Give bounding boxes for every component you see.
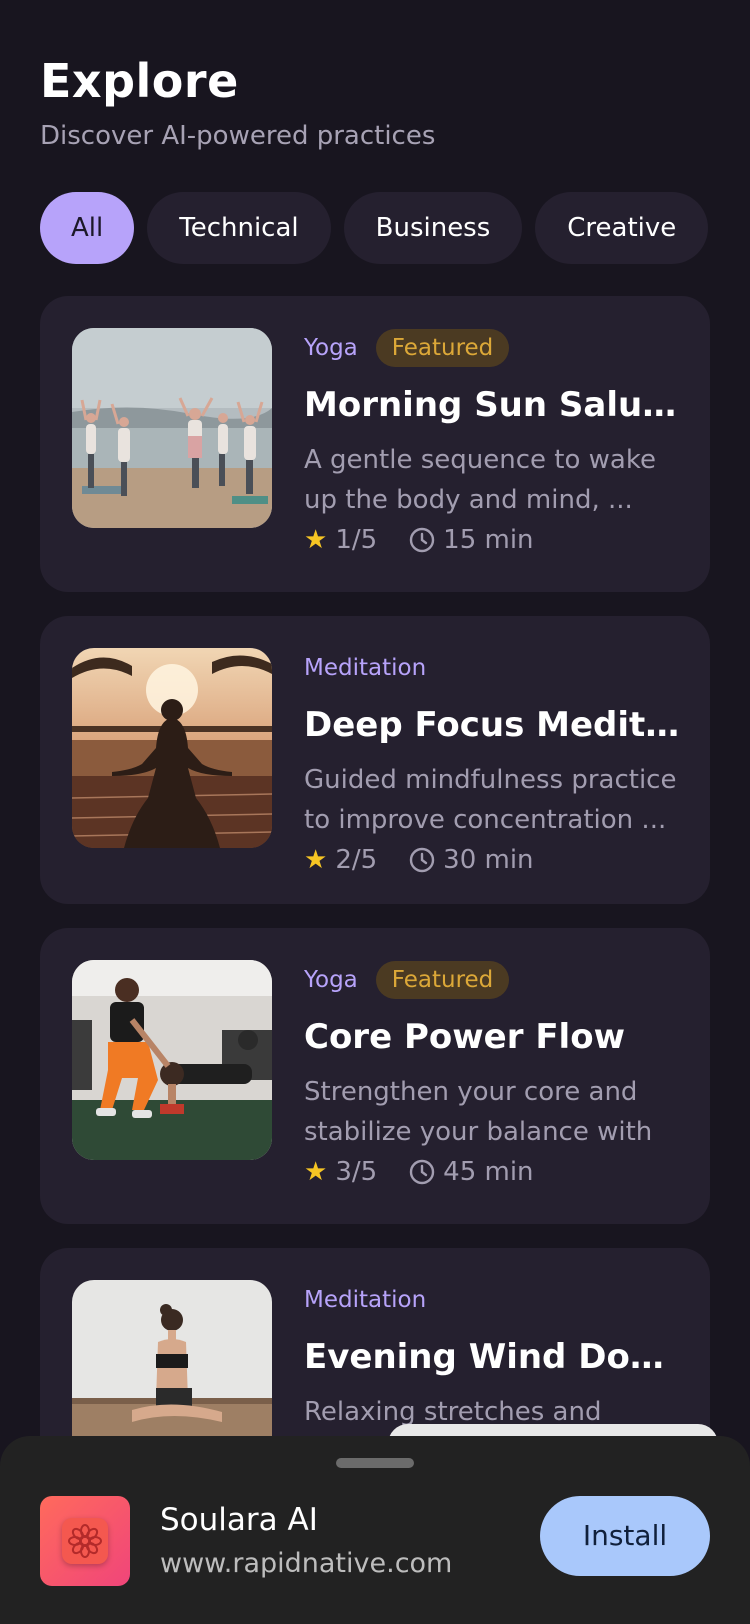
practice-meta: ★ 1/5 15 min [304,520,684,560]
star-icon: ★ [304,525,328,555]
practice-info: Yoga Featured Core Power Flow Strengthen… [304,960,684,1192]
practice-card[interactable]: Yoga Featured Morning Sun Salut... A gen… [40,296,710,592]
clock-icon [409,847,435,873]
practice-meta: ★ 3/5 45 min [304,1152,684,1192]
page-title: Explore [40,54,239,108]
clock-icon [409,1159,435,1185]
practice-thumbnail [72,328,272,528]
page-header: Explore Discover AI-powered practices [40,48,435,154]
category-label: Yoga [304,335,358,361]
beach-yoga-image [72,328,272,528]
practice-meta: ★ 2/5 30 min [304,840,684,880]
chip-technical[interactable]: Technical [147,192,331,264]
practice-title: Deep Focus Medita... [304,705,684,745]
practice-card[interactable]: Yoga Featured Core Power Flow Strengthen… [40,928,710,1224]
featured-badge: Featured [375,961,510,999]
practice-thumbnail [72,960,272,1160]
practice-info: Meditation Deep Focus Medita... Guided m… [304,648,684,880]
practice-tags: Yoga Featured [304,960,684,1000]
app-icon [40,1496,130,1586]
star-icon: ★ [304,1157,328,1187]
practice-description: Guided mindfulness practice to improve c… [304,765,677,835]
explore-screen: Explore Discover AI-powered practices Al… [0,0,750,1624]
practice-info: Yoga Featured Morning Sun Salut... A gen… [304,328,684,560]
chip-all[interactable]: All [40,192,135,264]
page-subtitle: Discover AI-powered practices [40,121,436,151]
install-button[interactable]: Install [540,1496,710,1576]
app-name: Soulara AI [160,1502,318,1538]
rating-value: 3/5 [335,1157,378,1187]
practice-tags: Meditation [304,648,684,688]
practice-description: Strengthen your core and stabilize your … [304,1077,653,1147]
gym-training-image [72,960,272,1160]
practice-description: A gentle sequence to wake up the body an… [304,445,656,515]
app-url: www.rapidnative.com [160,1548,453,1579]
rating-value: 2/5 [335,845,378,875]
chip-creative[interactable]: Creative [535,192,709,264]
category-label: Meditation [304,1287,427,1313]
chip-business[interactable]: Business [343,192,523,264]
practice-title: Core Power Flow [304,1017,625,1057]
practice-tags: Meditation [304,1280,684,1320]
rating-value: 1/5 [335,525,378,555]
duration-value: 15 min [443,525,534,555]
category-label: Yoga [304,967,358,993]
drag-handle[interactable] [336,1458,414,1468]
practice-title: Evening Wind Down [304,1337,684,1377]
featured-badge: Featured [375,329,510,367]
category-label: Meditation [304,655,427,681]
practice-thumbnail [72,648,272,848]
practice-title: Morning Sun Salut... [304,385,684,425]
sunset-meditation-image [72,648,272,848]
filter-chips: All Technical Business Creative [40,192,710,264]
clock-icon [409,527,435,553]
practice-card[interactable]: Meditation Deep Focus Medita... Guided m… [40,616,710,904]
duration-value: 45 min [443,1157,534,1187]
practice-tags: Yoga Featured [304,328,684,368]
duration-value: 30 min [443,845,534,875]
star-icon: ★ [304,845,328,875]
install-banner: Soulara AI www.rapidnative.com Install [0,1436,750,1624]
lotus-icon [62,1518,108,1564]
